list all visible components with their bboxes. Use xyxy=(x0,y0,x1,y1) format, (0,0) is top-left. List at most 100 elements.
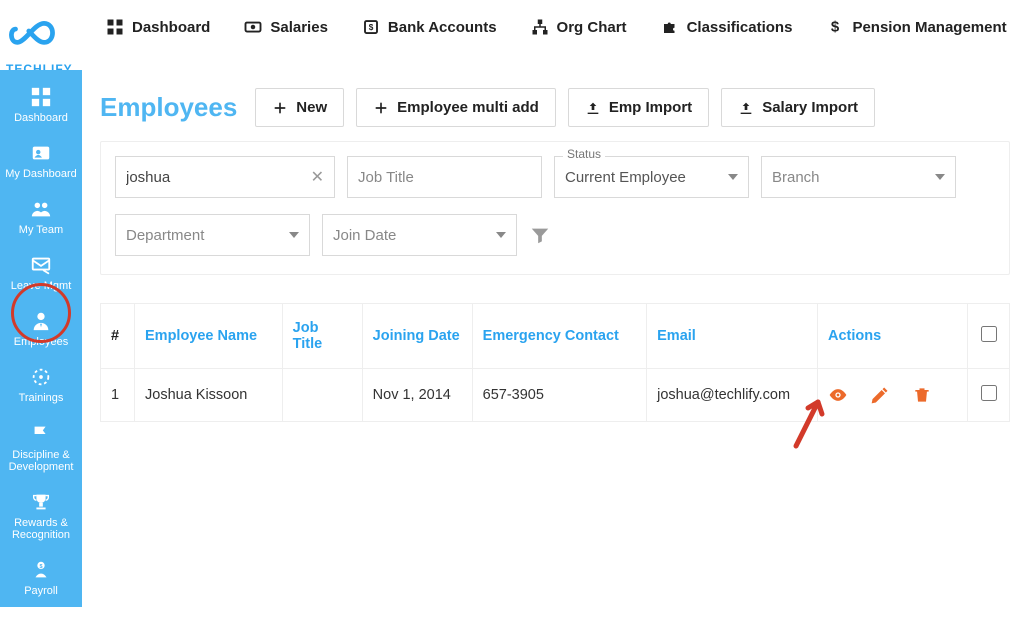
infinity-mark-icon xyxy=(6,12,82,61)
col-job[interactable]: Job Title xyxy=(282,304,362,369)
id-card-icon xyxy=(30,142,52,164)
plus-icon xyxy=(272,100,288,116)
team-icon xyxy=(30,198,52,220)
flag-icon xyxy=(30,423,52,445)
multi-add-button[interactable]: Employee multi add xyxy=(356,88,556,127)
handshake-icon xyxy=(30,615,52,637)
dashboard-icon xyxy=(106,18,124,36)
dollar-icon: $ xyxy=(826,18,844,36)
sidebar-item-extra[interactable] xyxy=(0,607,82,641)
employees-table: # Employee Name Job Title Joining Date E… xyxy=(100,303,1010,422)
main: Employees New Employee multi add Emp Imp… xyxy=(82,70,1024,607)
sidebar-item-dashboard[interactable]: Dashboard xyxy=(0,78,82,134)
sidebar-label: Trainings xyxy=(19,392,64,404)
orgchart-icon xyxy=(531,18,549,36)
department-select[interactable]: Department xyxy=(115,214,310,256)
sidebar-item-discipline[interactable]: Discipline & Development xyxy=(0,415,82,483)
employee-icon xyxy=(30,310,52,332)
nav-pension[interactable]: $ Pension Management xyxy=(826,18,1006,36)
col-num: # xyxy=(101,304,135,369)
status-label: Status xyxy=(563,147,605,161)
cell-num: 1 xyxy=(101,369,135,422)
sidebar-label: My Dashboard xyxy=(5,168,77,180)
plus-icon xyxy=(373,100,389,116)
salaries-icon xyxy=(244,18,262,36)
upload-icon xyxy=(585,100,601,116)
sidebar-label: Employees xyxy=(14,336,68,348)
brand-logo[interactable]: TECHLIFY xyxy=(6,12,82,62)
delete-icon[interactable] xyxy=(912,385,932,405)
view-icon[interactable] xyxy=(828,385,848,405)
sidebar-label: Leave Mgmt xyxy=(11,280,72,292)
svg-text:$: $ xyxy=(831,19,840,36)
svg-text:$: $ xyxy=(369,23,374,32)
table-row: 1 Joshua Kissoon Nov 1, 2014 657-3905 jo… xyxy=(101,369,1010,422)
dashboard-icon xyxy=(30,86,52,108)
sidebar-label: Payroll xyxy=(24,585,58,597)
filter-icon[interactable] xyxy=(529,224,551,246)
mail-send-icon xyxy=(30,254,52,276)
emp-import-label: Emp Import xyxy=(609,99,692,116)
caret-down-icon xyxy=(289,232,299,238)
svg-text:$: $ xyxy=(39,564,42,570)
page-title: Employees xyxy=(100,92,237,123)
sidebar: Dashboard My Dashboard My Team Leave Mgm… xyxy=(0,70,82,607)
clear-search-icon[interactable]: ✕ xyxy=(311,167,324,187)
search-input-wrap[interactable]: ✕ xyxy=(115,156,335,198)
sidebar-item-rewards[interactable]: Rewards & Recognition xyxy=(0,483,82,551)
trophy-icon xyxy=(30,491,52,513)
sidebar-item-employees[interactable]: Employees xyxy=(0,302,82,358)
target-icon xyxy=(30,366,52,388)
search-input[interactable] xyxy=(126,169,311,186)
bank-icon: $ xyxy=(362,18,380,36)
sidebar-item-trainings[interactable]: Trainings xyxy=(0,358,82,414)
salary-import-label: Salary Import xyxy=(762,99,858,116)
nav-dashboard-label: Dashboard xyxy=(132,19,210,36)
caret-down-icon xyxy=(935,174,945,180)
table-header-row: # Employee Name Job Title Joining Date E… xyxy=(101,304,1010,369)
cell-select[interactable] xyxy=(968,369,1010,422)
nav-bank-label: Bank Accounts xyxy=(388,19,497,36)
emp-import-button[interactable]: Emp Import xyxy=(568,88,709,127)
nav-salaries[interactable]: Salaries xyxy=(244,18,328,36)
col-email[interactable]: Email xyxy=(647,304,818,369)
edit-icon[interactable] xyxy=(870,385,890,405)
col-name[interactable]: Employee Name xyxy=(135,304,283,369)
new-button[interactable]: New xyxy=(255,88,344,127)
sidebar-item-my-team[interactable]: My Team xyxy=(0,190,82,246)
col-joined[interactable]: Joining Date xyxy=(362,304,472,369)
page-header: Employees New Employee multi add Emp Imp… xyxy=(100,88,1010,127)
filters-card: ✕ Job Title Status Current Employee Bran… xyxy=(100,141,1010,275)
puzzle-icon xyxy=(661,18,679,36)
nav-bank[interactable]: $ Bank Accounts xyxy=(362,18,497,36)
caret-down-icon xyxy=(728,174,738,180)
status-value: Current Employee xyxy=(565,169,686,186)
nav-salaries-label: Salaries xyxy=(270,19,328,36)
new-label: New xyxy=(296,99,327,116)
nav-orgchart-label: Org Chart xyxy=(557,19,627,36)
row-checkbox[interactable] xyxy=(981,385,997,401)
department-placeholder: Department xyxy=(126,227,204,244)
payroll-icon: $ xyxy=(30,559,52,581)
cell-email: joshua@techlify.com xyxy=(647,369,818,422)
upload-icon xyxy=(738,100,754,116)
salary-import-button[interactable]: Salary Import xyxy=(721,88,875,127)
join-date-select[interactable]: Join Date xyxy=(322,214,517,256)
sidebar-item-my-dashboard[interactable]: My Dashboard xyxy=(0,134,82,190)
sidebar-label: Discipline & Development xyxy=(2,449,80,473)
topbar: TECHLIFY Dashboard Salaries $ Bank Accou… xyxy=(0,0,1024,70)
col-emergency[interactable]: Emergency Contact xyxy=(472,304,646,369)
job-title-placeholder: Job Title xyxy=(358,169,414,186)
branch-select[interactable]: Branch xyxy=(761,156,956,198)
sidebar-item-payroll[interactable]: $ Payroll xyxy=(0,551,82,607)
col-select-all[interactable] xyxy=(968,304,1010,369)
nav-pension-label: Pension Management xyxy=(852,19,1006,36)
select-all-checkbox[interactable] xyxy=(981,326,997,342)
job-title-select[interactable]: Job Title xyxy=(347,156,542,198)
nav-dashboard[interactable]: Dashboard xyxy=(106,18,210,36)
nav-orgchart[interactable]: Org Chart xyxy=(531,18,627,36)
nav-classifications[interactable]: Classifications xyxy=(661,18,793,36)
sidebar-item-leave[interactable]: Leave Mgmt xyxy=(0,246,82,302)
status-select[interactable]: Status Current Employee xyxy=(554,156,749,198)
col-actions[interactable]: Actions xyxy=(818,304,968,369)
